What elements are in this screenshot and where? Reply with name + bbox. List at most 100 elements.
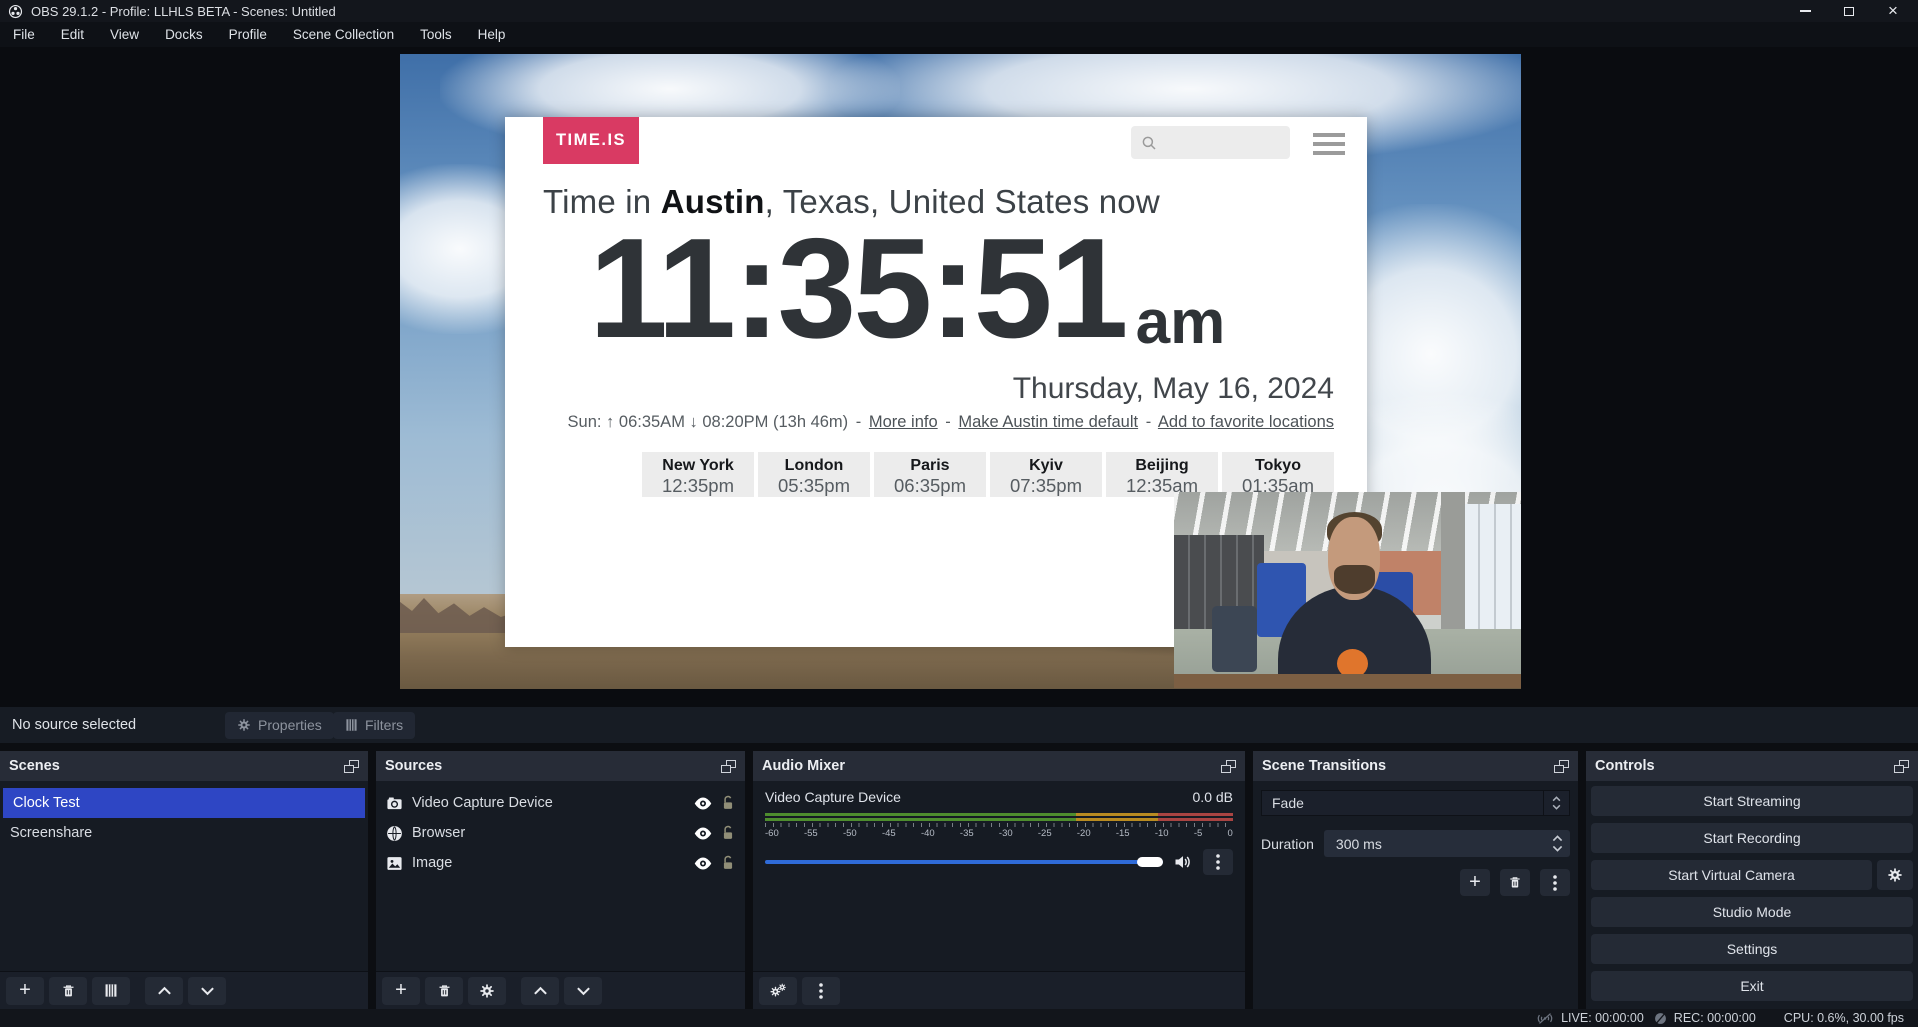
trash-icon [1508, 875, 1522, 890]
move-scene-down-button[interactable] [188, 977, 226, 1005]
add-source-button[interactable]: + [382, 977, 420, 1005]
controls-header: Controls [1586, 751, 1918, 781]
preview-canvas[interactable]: TIME.IS Time in Austin, Texas, United St… [400, 54, 1521, 689]
visibility-eye-icon[interactable] [694, 797, 712, 810]
mixer-level-db: 0.0 dB [1193, 789, 1233, 805]
duration-label: Duration [1261, 836, 1314, 852]
rec-time: REC: 00:00:00 [1674, 1011, 1756, 1025]
close-button[interactable]: × [1886, 4, 1900, 18]
webcam-video-source[interactable] [1174, 492, 1521, 688]
source-row-browser[interactable]: Browser [376, 818, 745, 848]
filters-button[interactable]: Filters [333, 712, 415, 739]
menu-tools[interactable]: Tools [407, 22, 465, 47]
exit-button[interactable]: Exit [1591, 971, 1913, 1001]
settings-button[interactable]: Settings [1591, 934, 1913, 964]
source-toolbar: No source selected Properties Filters [0, 707, 1918, 743]
menu-file[interactable]: File [0, 22, 48, 47]
source-properties-button[interactable] [468, 977, 506, 1005]
menu-view[interactable]: View [97, 22, 152, 47]
filters-icon [345, 718, 358, 732]
audio-mixer-header: Audio Mixer [753, 751, 1245, 781]
more-info-link: More info [869, 413, 938, 431]
menu-docks[interactable]: Docks [152, 22, 216, 47]
start-recording-button[interactable]: Start Recording [1591, 823, 1913, 853]
chevron-up-icon [533, 986, 548, 996]
dots-vertical-icon [1216, 854, 1220, 870]
hamburger-menu-icon [1313, 133, 1345, 155]
spin-up-icon[interactable] [1552, 835, 1563, 842]
timeis-sun-row: Sun: ↑ 06:35AM ↓ 08:20PM (13h 46m) - Mor… [568, 413, 1334, 432]
transition-menu-button[interactable] [1540, 869, 1570, 896]
world-clock-london: London05:35pm [758, 452, 870, 497]
chevron-down-icon [200, 986, 215, 996]
visibility-eye-icon[interactable] [694, 827, 712, 840]
mixer-channel-menu-button[interactable] [1203, 849, 1233, 875]
stream-signal-icon [1536, 1012, 1554, 1025]
transition-select[interactable]: Fade [1261, 790, 1570, 816]
search-icon [1140, 134, 1158, 152]
advanced-audio-button[interactable] [759, 977, 797, 1005]
start-streaming-button[interactable]: Start Streaming [1591, 786, 1913, 816]
menu-help[interactable]: Help [465, 22, 519, 47]
menu-edit[interactable]: Edit [48, 22, 97, 47]
duration-spinner[interactable]: 300 ms [1324, 830, 1570, 857]
studio-mode-button[interactable]: Studio Mode [1591, 897, 1913, 927]
volume-slider-handle[interactable] [1137, 857, 1163, 867]
remove-scene-button[interactable] [49, 977, 87, 1005]
scene-item-clock-test[interactable]: Clock Test [3, 788, 365, 818]
lock-icon[interactable] [721, 825, 735, 841]
make-default-link: Make Austin time default [958, 413, 1138, 431]
sun-info: Sun: ↑ 06:35AM ↓ 08:20PM (13h 46m) [568, 413, 849, 431]
popout-icon [344, 760, 359, 773]
maximize-button[interactable] [1842, 4, 1856, 18]
sources-toolbar: + [376, 971, 745, 1009]
properties-button[interactable]: Properties [225, 712, 334, 739]
status-bar: LIVE: 00:00:00 REC: 00:00:00 CPU: 0.6%, … [0, 1009, 1918, 1027]
gear-icon [237, 718, 251, 732]
minimize-button[interactable] [1798, 4, 1812, 18]
source-row-image[interactable]: Image [376, 848, 745, 878]
filters-icon [104, 983, 118, 998]
move-source-down-button[interactable] [564, 977, 602, 1005]
move-scene-up-button[interactable] [145, 977, 183, 1005]
obs-window: OBS 29.1.2 - Profile: LLHLS BETA - Scene… [0, 0, 1918, 1027]
image-icon [386, 855, 403, 872]
timeis-search-input [1131, 126, 1290, 159]
source-row-video-capture[interactable]: Video Capture Device [376, 788, 745, 818]
menu-scene-collection[interactable]: Scene Collection [280, 22, 407, 47]
sources-header: Sources [376, 751, 745, 781]
virtual-camera-config-button[interactable] [1877, 860, 1913, 890]
add-transition-button[interactable]: + [1460, 869, 1490, 896]
world-clock-new-york: New York12:35pm [642, 452, 754, 497]
timeis-logo: TIME.IS [543, 117, 639, 164]
timeis-date: Thursday, May 16, 2024 [1013, 372, 1334, 406]
move-source-up-button[interactable] [521, 977, 559, 1005]
scene-filters-button[interactable] [92, 977, 130, 1005]
spin-down-icon[interactable] [1552, 845, 1563, 852]
speaker-icon[interactable] [1173, 852, 1193, 872]
meter-ruler [765, 823, 1233, 827]
obs-logo-icon [8, 4, 23, 19]
chevron-down-icon [1552, 804, 1561, 810]
dots-vertical-icon [1553, 875, 1557, 891]
scenes-header: Scenes [0, 751, 368, 781]
visibility-eye-icon[interactable] [694, 857, 712, 870]
select-arrows [1543, 791, 1569, 815]
menu-profile[interactable]: Profile [216, 22, 280, 47]
popout-icon [1554, 760, 1569, 773]
remove-source-button[interactable] [425, 977, 463, 1005]
remove-transition-button[interactable] [1500, 869, 1530, 896]
duration-value: 300 ms [1324, 836, 1548, 852]
add-scene-button[interactable]: + [6, 977, 44, 1005]
start-virtual-camera-button[interactable]: Start Virtual Camera [1591, 860, 1872, 890]
lock-icon[interactable] [721, 855, 735, 871]
camera-icon [386, 795, 403, 812]
lock-icon[interactable] [721, 795, 735, 811]
scene-item-screenshare[interactable]: Screenshare [0, 818, 368, 848]
popout-icon [1894, 760, 1909, 773]
popout-icon [1221, 760, 1236, 773]
mixer-channel-name: Video Capture Device [765, 789, 901, 805]
mixer-menu-button[interactable] [802, 977, 840, 1005]
record-disc-icon [1654, 1012, 1667, 1025]
volume-slider[interactable] [765, 860, 1163, 864]
